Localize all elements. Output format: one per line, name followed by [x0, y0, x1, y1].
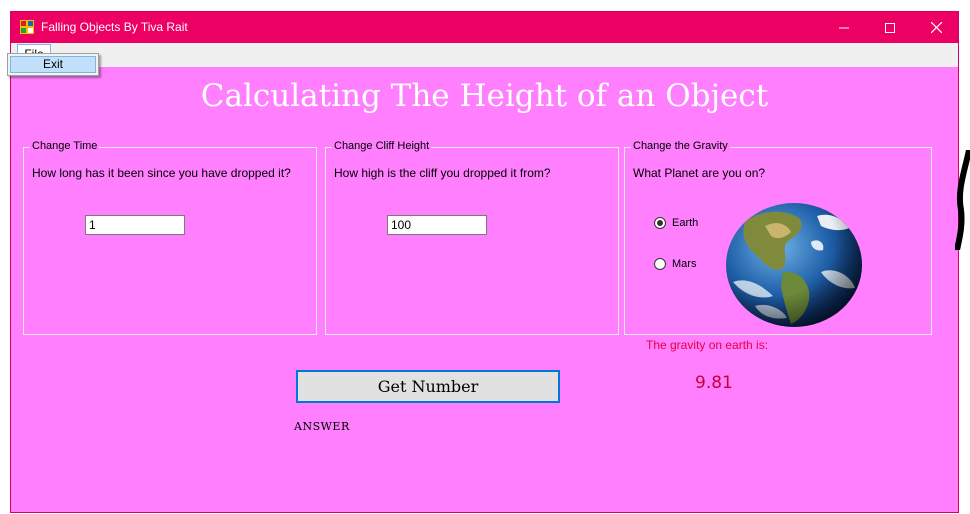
change-cliff-height-group: Change Cliff Height How high is the clif…: [325, 140, 619, 335]
menu-item-exit-label: Exit: [43, 57, 64, 71]
background-stroke: [955, 150, 970, 250]
menu-item-exit[interactable]: Exit: [10, 56, 96, 73]
cliff-question: How high is the cliff you dropped it fro…: [334, 166, 551, 180]
time-input[interactable]: [85, 215, 185, 235]
gravity-value: 9.81: [695, 373, 733, 393]
close-button[interactable]: [913, 12, 958, 43]
radio-mars-label: Mars: [672, 258, 697, 270]
close-icon: [930, 22, 942, 33]
app-window: Falling Objects By Tiva Rait File Calcul…: [10, 11, 959, 513]
radio-earth-label: Earth: [672, 217, 699, 229]
group-legend: Change Cliff Height: [332, 140, 432, 152]
group-legend: Change Time: [30, 140, 100, 152]
time-question: How long has it been since you have drop…: [32, 166, 291, 180]
radio-indicator[interactable]: [654, 217, 666, 229]
earth-globe-image: [726, 203, 862, 327]
planet-question: What Planet are you on?: [633, 166, 766, 180]
cliff-height-input[interactable]: [387, 215, 487, 235]
menu-bar: File: [11, 43, 958, 67]
maximize-icon: [885, 22, 895, 33]
app-icon: [20, 20, 34, 34]
window-title: Falling Objects By Tiva Rait: [41, 20, 188, 34]
radio-earth[interactable]: Earth: [654, 217, 698, 229]
radio-indicator[interactable]: [654, 258, 666, 270]
radio-mars[interactable]: Mars: [654, 258, 696, 270]
gravity-label: The gravity on earth is:: [646, 338, 769, 352]
change-gravity-group: Change the Gravity What Planet are you o…: [624, 140, 932, 335]
minimize-button[interactable]: [821, 12, 867, 43]
group-legend: Change the Gravity: [631, 140, 730, 152]
answer-label: ANSWER: [294, 420, 350, 433]
minimize-icon: [839, 27, 849, 28]
maximize-button[interactable]: [867, 12, 913, 43]
file-menu-dropdown: Exit: [7, 53, 99, 76]
page-title: Calculating The Height of an Object: [200, 78, 769, 114]
get-number-button[interactable]: Get Number: [296, 370, 560, 403]
change-time-group: Change Time How long has it been since y…: [23, 140, 317, 335]
title-bar[interactable]: Falling Objects By Tiva Rait: [11, 12, 958, 43]
